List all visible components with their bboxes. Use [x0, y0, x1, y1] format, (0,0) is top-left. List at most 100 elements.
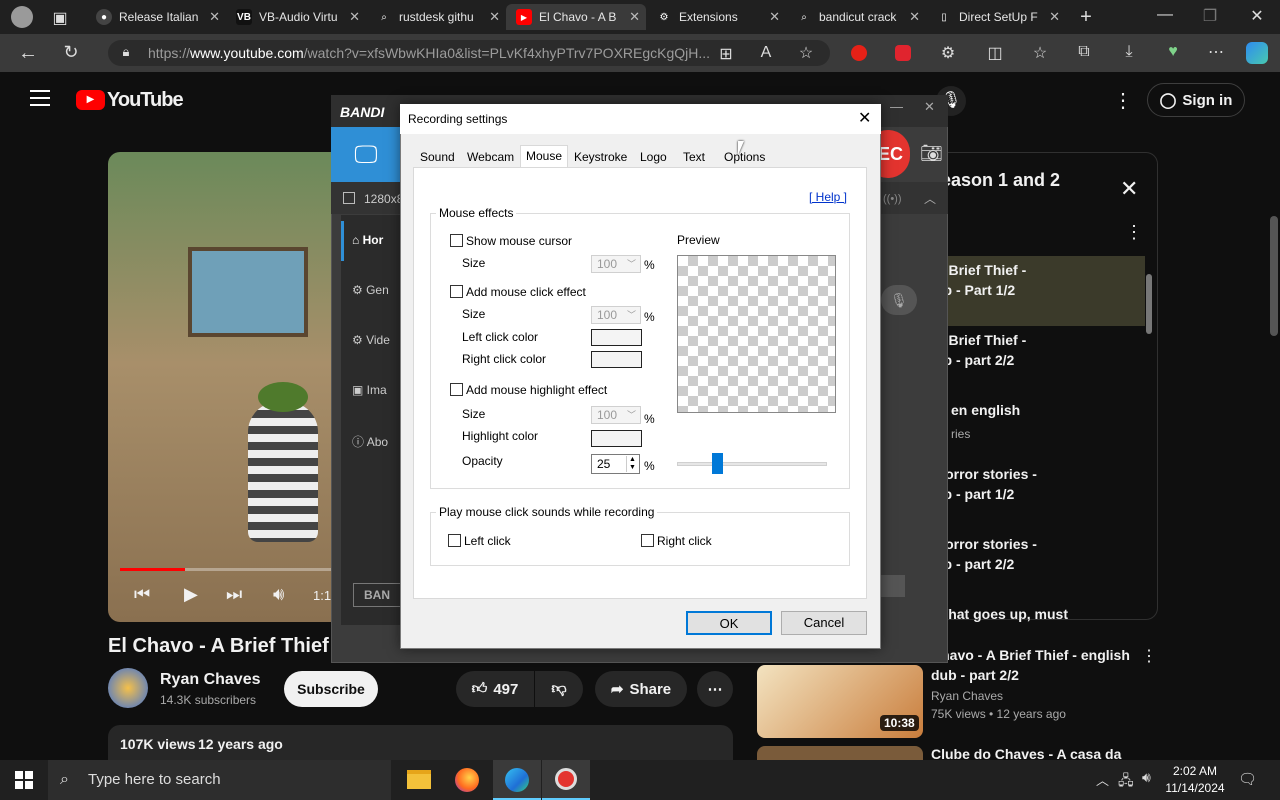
collections-icon[interactable]: ⧉ [1071, 43, 1097, 61]
playlist-item[interactable]: A Brief Thief -ub - Part 1/2s [935, 260, 1026, 320]
file-explorer-icon[interactable] [407, 770, 431, 789]
refresh-icon[interactable]: ↻ [58, 42, 84, 63]
tab-extensions[interactable]: ⚙ Extensions ✕ [646, 4, 786, 30]
close-playlist-icon[interactable]: ✕ [1120, 176, 1138, 202]
clock[interactable]: 2:02 AM 11/14/2024 [1165, 763, 1225, 797]
bandicam-bottom-button[interactable]: BAN [353, 583, 403, 607]
tab-github[interactable]: ● Release Italian ✕ [86, 4, 226, 30]
region-checkbox[interactable] [343, 192, 355, 204]
sign-in-button[interactable]: ◯ Sign in [1147, 83, 1245, 117]
tab-bandicut[interactable]: ⌕ bandicut crack ✕ [786, 4, 926, 30]
favorites-icon[interactable]: ☆ [1027, 43, 1053, 63]
tab-vb-audio[interactable]: VB VB-Audio Virtu ✕ [226, 4, 366, 30]
recommended-title[interactable]: Chavo - A Brief Thief - english dub - par… [931, 645, 1130, 685]
tab-youtube-active[interactable]: ▶ El Chavo - A B ✕ [506, 4, 646, 30]
video-player[interactable] [108, 152, 338, 622]
like-button[interactable]: 👍︎ 497 [456, 671, 534, 707]
opacity-spinner[interactable]: 25 ▲ ▼ [591, 454, 640, 474]
progress-bar[interactable] [120, 568, 338, 571]
highlight-size-select[interactable]: 100 ﹀ [591, 406, 641, 424]
slider-thumb[interactable] [712, 453, 723, 474]
new-tab-icon[interactable]: + [1073, 6, 1099, 29]
cursor-size-select[interactable]: 100 ﹀ [591, 255, 641, 273]
bandicam-close-icon[interactable]: ✕ [924, 99, 935, 115]
minimize-window-icon[interactable]: — [1152, 6, 1178, 24]
playlist-item[interactable]: en english ries [951, 400, 1020, 444]
edge-taskbar-icon[interactable] [493, 760, 541, 800]
sidebar-item-about[interactable]: ⓘ Abo [352, 433, 388, 450]
playlist-item[interactable]: Horror stories -ub - part 1/2s [935, 464, 1037, 524]
highlight-color-swatch[interactable] [591, 430, 642, 447]
dislike-button[interactable]: 👎︎ [535, 671, 583, 707]
click-effect-checkbox[interactable] [450, 285, 463, 298]
playlist-item[interactable]: A Brief Thief -ub - part 2/2s [935, 330, 1026, 390]
split-screen-icon[interactable]: ◫ [982, 43, 1008, 63]
network-icon[interactable]: 🖧︎ [1118, 770, 1134, 794]
sidebar-item-general[interactable]: ⚙ Gen [352, 283, 389, 297]
left-click-color-swatch[interactable] [591, 329, 642, 346]
youtube-extension-icon[interactable] [851, 45, 867, 61]
playlist-item[interactable]: What goes up, must [935, 604, 1068, 624]
playlist-scrollbar[interactable] [1144, 262, 1154, 612]
dialog-close-icon[interactable]: ✕ [858, 108, 871, 128]
firefox-icon[interactable] [455, 768, 479, 792]
start-windows-icon[interactable] [15, 771, 33, 789]
tab-direct-setup[interactable]: ▯ Direct SetUp F ✕ [926, 4, 1066, 30]
recommended-menu-icon[interactable]: ⋮ [1141, 646, 1157, 666]
tab-mouse[interactable]: Mouse [520, 145, 569, 168]
tab-logo[interactable]: Logo [637, 147, 670, 167]
sidebar-item-home[interactable]: ⌂ Hor [352, 233, 383, 247]
opacity-slider[interactable] [677, 453, 827, 475]
right-click-color-swatch[interactable] [591, 351, 642, 368]
back-icon[interactable]: ← [15, 42, 41, 65]
volume-icon[interactable]: 🔊︎ [273, 584, 284, 605]
bandicam-minimize-icon[interactable]: — [890, 99, 903, 114]
sidebar-item-image[interactable]: ▣ Ima [352, 383, 387, 397]
close-tab-icon[interactable]: ✕ [349, 9, 360, 25]
highlight-effect-checkbox[interactable] [450, 383, 463, 396]
show-cursor-checkbox[interactable] [450, 234, 463, 247]
close-tab-icon[interactable]: ✕ [1049, 9, 1060, 25]
sidebar-item-video[interactable]: ⚙ Vide [352, 333, 390, 347]
settings-more-icon[interactable]: ⋮ [1113, 88, 1133, 113]
lock-icon[interactable]: 🔒︎ [113, 44, 139, 60]
screen-mode-button[interactable]: 🖵︎ [331, 127, 401, 182]
subscribe-button[interactable]: Subscribe [284, 671, 378, 707]
collapse-icon[interactable]: ︿ [924, 190, 936, 207]
help-link[interactable]: [ Help ] [809, 190, 847, 204]
app-available-icon[interactable]: ⊞ [713, 44, 739, 64]
extension-red-icon[interactable] [895, 45, 911, 61]
next-icon[interactable]: ⏭ [226, 584, 242, 605]
cancel-button[interactable]: Cancel [781, 611, 867, 635]
read-aloud-icon[interactable]: A [753, 44, 779, 62]
tab-options[interactable]: Options [721, 147, 768, 167]
share-button[interactable]: ➦ Share [595, 671, 687, 707]
close-tab-icon[interactable]: ✕ [209, 9, 220, 25]
volume-tray-icon[interactable]: 🔊︎ [1142, 769, 1151, 786]
close-tab-icon[interactable]: ✕ [909, 9, 920, 25]
click-size-select[interactable]: 100 ﹀ [591, 306, 641, 324]
taskbar-search-box[interactable]: ⌕ Type here to search [48, 760, 391, 800]
profile-avatar[interactable] [11, 6, 33, 28]
close-tab-icon[interactable]: ✕ [769, 9, 780, 25]
left-click-sound-checkbox[interactable] [448, 534, 461, 547]
tab-text[interactable]: Text [680, 147, 708, 167]
tab-sound[interactable]: Sound [417, 147, 458, 167]
hamburger-menu-icon[interactable] [30, 90, 50, 106]
playlist-menu-icon[interactable]: ⋮ [1125, 222, 1143, 243]
close-tab-icon[interactable]: ✕ [629, 9, 640, 25]
favorite-star-icon[interactable]: ☆ [793, 43, 819, 63]
tab-rustdesk[interactable]: ⌕ rustdesk githu ✕ [366, 4, 506, 30]
spin-arrows-icon[interactable]: ▲ ▼ [626, 456, 638, 472]
restore-window-icon[interactable]: ❐ [1197, 6, 1223, 26]
playlist-item[interactable]: Horror stories -ub - part 2/2s [935, 534, 1037, 594]
more-actions-button[interactable]: ⋯ [697, 671, 733, 707]
youtube-logo-icon[interactable]: ▶ [76, 90, 105, 110]
downloads-icon[interactable]: ⤓ [1116, 43, 1142, 61]
tray-chevron-icon[interactable]: ︿ [1096, 770, 1109, 789]
more-menu-icon[interactable]: ⋯ [1203, 42, 1229, 62]
page-scrollbar[interactable] [1270, 76, 1278, 760]
play-icon[interactable]: ▶ [184, 584, 198, 605]
notifications-icon[interactable]: 🗨︎ [1238, 770, 1257, 788]
tab-keystroke[interactable]: Keystroke [571, 147, 630, 167]
